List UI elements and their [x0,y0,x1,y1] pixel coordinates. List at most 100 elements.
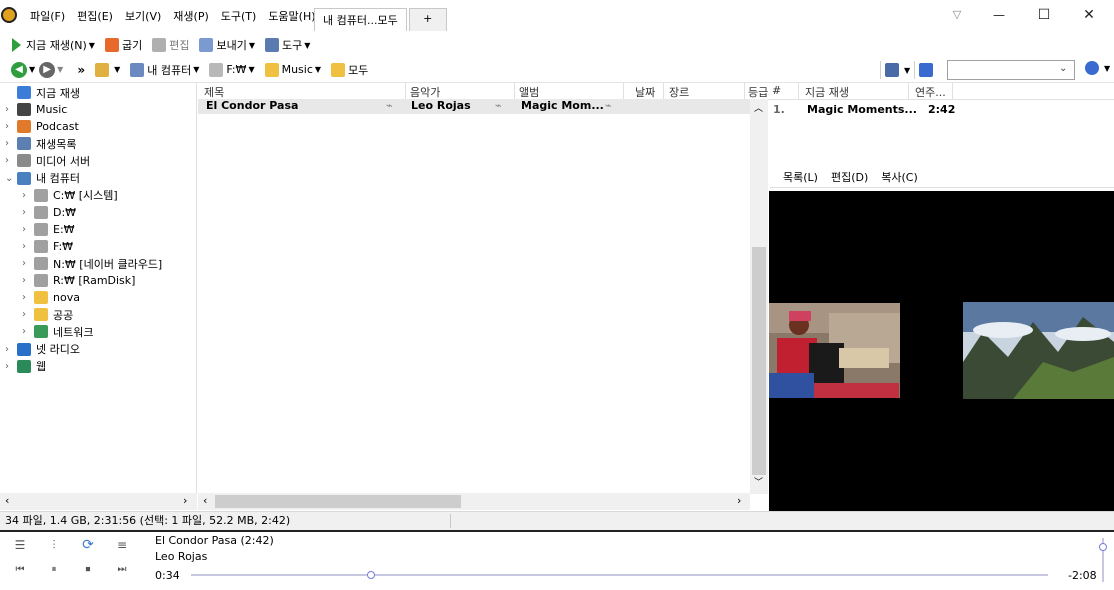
send-button[interactable]: 보내기 ▼ [199,37,255,53]
scrollbar-thumb[interactable] [215,495,461,508]
speaker-icon[interactable] [95,62,110,77]
tree-item[interactable]: › nova [22,289,80,306]
add-tab-button[interactable]: + [408,7,447,31]
tree-item[interactable]: › 넷 라디오 [5,341,80,358]
menu-edit[interactable]: 편집(E) [71,8,119,24]
tree-item[interactable]: › 미디어 서버 [5,152,90,169]
scrollbar-thumb[interactable] [752,247,766,475]
search-input[interactable] [947,60,1075,80]
tree-horizontal-scrollbar[interactable]: ‹ › [0,493,197,510]
previous-icon[interactable]: ⏮ [12,564,28,578]
volume-handle[interactable] [1099,542,1107,551]
column-number[interactable]: # [772,84,781,97]
column-divider[interactable] [908,83,909,99]
chevron-right-icon[interactable]: › [22,309,34,320]
columns-view-icon[interactable] [919,63,934,77]
tools-button[interactable]: 도구 ▼ [264,37,310,53]
burn-button[interactable]: 굽기 [104,37,142,53]
breadcrumb-my-computer[interactable]: 내 컴퓨터 ▼ [130,62,199,78]
chevron-down-icon[interactable]: ⌄ [5,173,17,184]
tree-item[interactable]: › Podcast [5,118,79,135]
column-divider[interactable] [514,83,515,99]
chevron-right-icon[interactable]: › [22,190,34,201]
scroll-left-icon[interactable]: ‹ [203,494,207,507]
list-view-icon[interactable] [885,63,899,77]
breadcrumb-all[interactable]: 모두 [331,62,368,78]
chevron-right-icon[interactable]: › [22,326,34,337]
chevron-right-icon[interactable]: › [22,275,34,286]
column-divider[interactable] [952,83,953,99]
tree-item[interactable]: › 웹 [5,358,46,375]
now-playing-item[interactable]: 1. Magic Moments... 2:42 [770,103,1114,118]
play-now-button[interactable]: 지금 재생(N) ▼ [12,37,95,53]
tree-item[interactable]: 지금 재생 [5,84,80,101]
scroll-down-icon[interactable]: ﹀ [754,475,763,488]
seek-bar[interactable] [191,574,1048,576]
tree-item[interactable]: › 재생목록 [5,135,76,152]
stop-icon[interactable]: ⏹ [80,564,96,578]
menu-icon[interactable]: ≡ [114,538,130,552]
chevron-down-icon[interactable]: ▼ [57,65,63,74]
column-divider[interactable] [405,83,406,99]
menu-help[interactable]: 도움말(H) [262,8,321,24]
column-title[interactable]: 제목 [204,84,224,100]
tree-item[interactable]: › 공공 [22,306,73,323]
chevron-right-icon[interactable]: › [5,104,17,115]
column-artist[interactable]: 음악가 [410,84,440,100]
breadcrumb-music[interactable]: Music ▼ [264,62,321,77]
pause-icon[interactable]: ⏸ [46,564,62,578]
menu-file[interactable]: 파일(F) [24,8,71,24]
chevron-right-icon[interactable]: › [5,121,17,132]
breadcrumb-drive-f[interactable]: F:₩ ▼ [209,62,255,77]
repeat-icon[interactable]: ⟳ [80,537,96,553]
menu-copy[interactable]: 복사(C) [881,169,918,185]
maximize-button[interactable]: ☐ [1021,4,1067,28]
seek-handle[interactable] [366,571,375,579]
column-date[interactable]: 날짜 [635,84,655,100]
scroll-up-icon[interactable]: ︿ [754,101,763,114]
chevron-right-icon[interactable]: › [22,258,34,269]
tree-item[interactable]: › E:₩ [22,221,75,238]
chevron-right-icon[interactable]: › [5,155,17,166]
column-divider[interactable] [744,83,745,99]
menu-play[interactable]: 재생(P) [167,8,214,24]
search-icon[interactable]: ▼ [1085,61,1110,75]
menu-tools[interactable]: 도구(T) [215,8,263,24]
back-button[interactable]: ◀ [11,61,27,78]
dropdown-icon[interactable]: ▽ [934,4,980,28]
chevron-right-icon[interactable]: › [5,344,17,355]
tree-item[interactable]: › N:₩ [네이버 클라우드] [22,255,162,272]
chevron-right-icon[interactable]: › [22,241,34,252]
chevron-down-icon[interactable]: ▼ [114,65,120,74]
column-divider[interactable] [623,83,624,99]
menu-list[interactable]: 목록(L) [783,169,818,185]
column-genre[interactable]: 장르 [669,84,689,100]
app-logo-icon[interactable] [1,7,17,23]
chevron-right-icon[interactable]: › [22,292,34,303]
menu-edit[interactable]: 편집(D) [831,169,868,185]
column-album[interactable]: 앨범 [519,84,539,100]
tab-my-computer[interactable]: 내 컴퓨터...모두 [314,7,407,31]
table-row[interactable]: El Condor Pasa ⌁ Leo Rojas ⌁ Magic Mom..… [198,99,750,114]
chevron-right-icon[interactable]: › [5,138,17,149]
more-button[interactable]: » [77,63,85,77]
chevron-right-icon[interactable]: › [22,224,34,235]
chevron-down-icon[interactable]: ▼ [904,66,910,75]
scroll-right-icon[interactable]: › [737,494,741,507]
tree-item[interactable]: ⌄ 내 컴퓨터 [5,170,80,187]
tree-item[interactable]: › Music [5,101,67,118]
tree-item[interactable]: › F:₩ [22,238,73,255]
tree-item[interactable]: › D:₩ [22,204,76,221]
column-rating[interactable]: 등급 [748,84,768,100]
edit-button[interactable]: 편집 [152,37,189,53]
minimize-button[interactable]: — [976,4,1022,28]
chevron-right-icon[interactable]: › [5,361,17,372]
tree-item[interactable]: › 네트워크 [22,323,93,340]
scroll-left-icon[interactable]: ‹ [5,494,9,507]
chevron-down-icon[interactable]: ⌄ [1059,63,1067,74]
scroll-right-icon[interactable]: › [183,494,187,507]
tree-item[interactable]: › C:₩ [시스템] [22,187,118,204]
menu-view[interactable]: 보기(V) [119,8,167,24]
close-button[interactable]: ✕ [1066,4,1112,28]
equalizer-icon[interactable]: ⫶ [46,538,62,552]
